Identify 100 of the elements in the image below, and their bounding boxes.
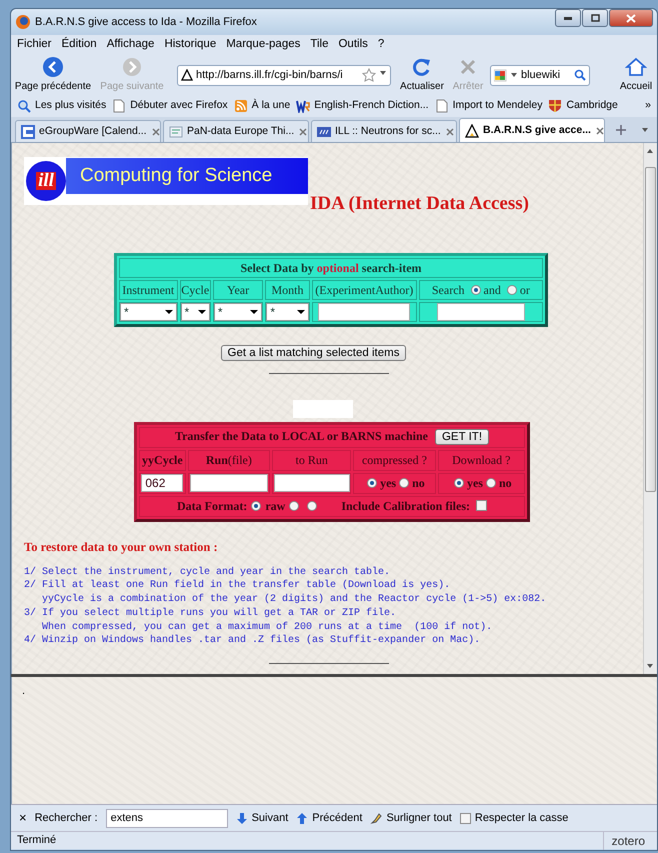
page-icon[interactable]	[434, 99, 449, 113]
scroll-up-icon[interactable]	[645, 147, 655, 155]
back-label[interactable]: Page précédente	[14, 79, 92, 94]
menu-item[interactable]: Fichier	[17, 36, 52, 54]
scrollbar[interactable]	[643, 143, 657, 674]
radio-button[interactable]	[289, 500, 300, 510]
search-field[interactable]: bluewiki	[490, 64, 590, 86]
run-field[interactable]	[190, 474, 268, 492]
bookmark-link[interactable]: Cambridge	[566, 98, 618, 114]
radio-button[interactable]	[506, 284, 517, 294]
page-icon[interactable]	[112, 99, 126, 113]
browser-tab[interactable]: B.A.R.N.S give acce...	[459, 118, 605, 142]
shield-icon[interactable]	[548, 99, 562, 113]
next-button[interactable]: Suivant	[236, 810, 288, 826]
radio-button[interactable]	[486, 478, 496, 488]
dropdown[interactable]: *	[266, 303, 309, 321]
radio-label: yes	[466, 476, 483, 490]
dictionary-icon[interactable]	[296, 99, 310, 113]
maximize-button[interactable]	[582, 9, 608, 27]
bookmark-link[interactable]: English-French Diction...	[314, 98, 429, 114]
column-header: Instrument	[119, 280, 178, 300]
previous-button[interactable]: Précédent	[296, 810, 362, 826]
bookmark-link[interactable]: Import to Mendeley	[452, 98, 542, 114]
checkbox-label[interactable]: Respecter la casse	[474, 810, 568, 826]
radio-button[interactable]	[251, 500, 262, 510]
menu-item[interactable]: Édition	[62, 36, 97, 54]
find-label: Rechercher :	[34, 810, 98, 826]
checkbox[interactable]	[476, 500, 487, 510]
feed-icon[interactable]	[234, 99, 248, 113]
cycle-field[interactable]: 062	[141, 474, 184, 492]
radio-button[interactable]	[470, 284, 481, 294]
frame-text: .	[22, 685, 26, 697]
close-button[interactable]	[609, 9, 653, 27]
calendar-icon	[21, 124, 35, 138]
menu-item[interactable]: Affichage	[106, 36, 154, 54]
marker-icon	[370, 812, 382, 824]
bookmark-link[interactable]: Les plus visités	[35, 98, 106, 114]
table-title: Transfer the Data to LOCAL or BARNS machine	[174, 429, 428, 443]
close-icon[interactable]	[594, 126, 604, 136]
checkbox[interactable]	[460, 812, 471, 824]
instruction-line: 2/ Fill at least one Run field in the transfer table (Download is yes).	[24, 579, 452, 594]
browser-tab[interactable]: ILL :: Neutrons for sc...	[311, 120, 457, 142]
page-heading: IDA (Internet Data Access)	[310, 193, 530, 215]
status-text: Terminé	[17, 833, 56, 848]
engine-icon[interactable]	[494, 68, 507, 82]
close-findbar-button[interactable]: ×	[19, 808, 27, 828]
browser-tab[interactable]: eGroupWare [Calend...	[15, 120, 161, 142]
caret-icon[interactable]	[641, 126, 649, 134]
addon-label[interactable]: zotero	[602, 832, 645, 850]
radio-label: and	[484, 282, 501, 296]
back-icon[interactable]	[42, 56, 64, 78]
reload-label[interactable]: Actualiser	[400, 79, 444, 94]
document-icon	[169, 124, 183, 138]
run-field[interactable]	[274, 474, 350, 492]
reload-icon[interactable]	[411, 56, 433, 78]
plus-icon[interactable]	[615, 124, 627, 136]
close-icon[interactable]	[298, 126, 308, 136]
bookmark-link[interactable]: Débuter avec Firefox	[130, 98, 228, 114]
dropdown[interactable]: *	[214, 303, 262, 321]
radio-button[interactable]	[367, 478, 378, 488]
banner-icon	[317, 124, 331, 138]
list-button[interactable]: Get a list matching selected items	[220, 345, 406, 361]
close-icon[interactable]	[444, 126, 455, 136]
browser-tab[interactable]: PaN-data Europe Thi...	[163, 120, 309, 142]
section-heading: To restore data to your own station :	[24, 540, 219, 554]
home-icon[interactable]	[625, 56, 647, 78]
radio-label: yes	[380, 476, 396, 490]
radio-button[interactable]	[399, 478, 410, 488]
search-field[interactable]	[436, 303, 525, 321]
radio-label: no	[412, 476, 425, 490]
radio-button[interactable]	[454, 478, 464, 488]
blank-field[interactable]	[293, 400, 353, 418]
minimize-button[interactable]	[555, 9, 581, 27]
scroll-down-icon[interactable]	[645, 662, 655, 670]
bookmark-link[interactable]: À la une	[252, 98, 290, 114]
radio-label: no	[498, 476, 512, 490]
radio-button[interactable]	[307, 500, 318, 510]
more-bookmarks-button[interactable]: »	[645, 98, 651, 114]
column-header: to Run	[295, 452, 328, 466]
radio-label: raw	[265, 498, 286, 512]
search-icon[interactable]	[574, 69, 586, 81]
menu-item[interactable]: Tile	[310, 36, 328, 54]
dropdown[interactable]: *	[180, 303, 210, 321]
menu-item[interactable]: ?	[378, 36, 384, 54]
highlight-button[interactable]: Surligner tout	[370, 810, 452, 826]
find-field[interactable]: extens	[106, 808, 228, 828]
magnifier-icon[interactable]	[17, 99, 31, 113]
author-field[interactable]	[318, 303, 410, 321]
home-label[interactable]: Accueil	[620, 79, 652, 94]
instruction-line: 4/ Winzip on Windows handles .tar and .Z files (as Stuffit-expander on Mac).	[24, 634, 482, 648]
maximize-icon	[590, 14, 600, 22]
minimize-icon	[564, 16, 572, 20]
menu-item[interactable]: Historique	[164, 36, 216, 54]
dropdown[interactable]: *	[120, 303, 177, 321]
menu-item[interactable]: Marque-pages	[226, 36, 300, 54]
star-icon[interactable]	[362, 68, 376, 82]
get-button[interactable]: GET IT!	[434, 429, 490, 445]
close-icon[interactable]	[150, 126, 160, 136]
menu-item[interactable]: Outils	[338, 36, 368, 54]
address-field[interactable]: http://barns.ill.fr/cgi-bin/barns/i	[177, 64, 391, 86]
